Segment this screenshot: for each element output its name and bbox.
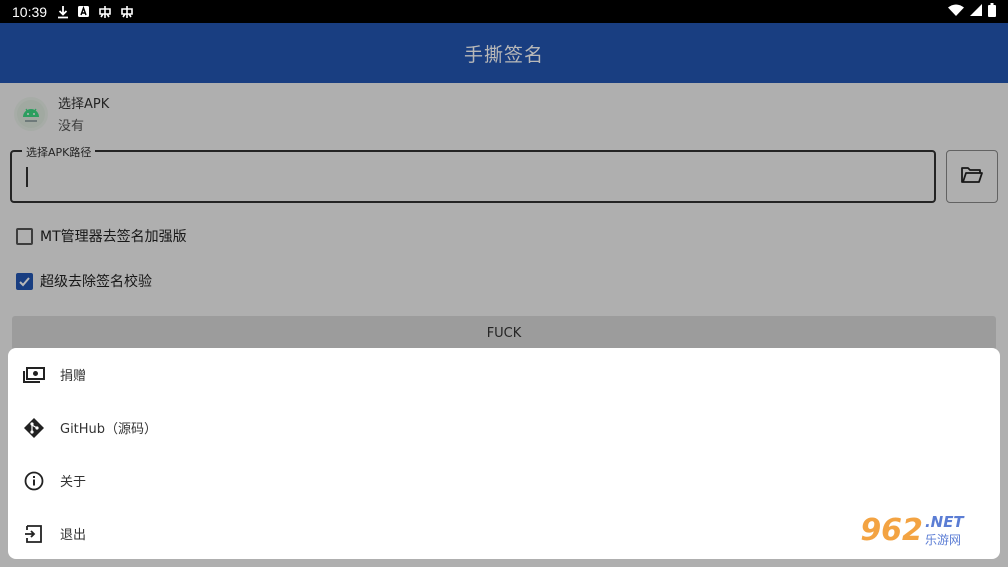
menu-label: GitHub（源码） — [60, 422, 158, 437]
watermark-logo: 962 .NET 乐游网 — [832, 507, 992, 553]
bug-icon — [98, 5, 112, 19]
download-icon — [57, 5, 69, 19]
watermark-suffix: .NET — [924, 512, 964, 531]
status-time: 10:39 — [12, 3, 48, 20]
battery-icon — [988, 2, 996, 21]
watermark-number: 962 — [860, 512, 923, 548]
menu-item-about[interactable]: 关于 — [8, 454, 1000, 507]
menu-item-github[interactable]: GitHub（源码） — [8, 401, 1000, 454]
menu-label: 捐赠 — [60, 369, 87, 384]
menu-label: 退出 — [60, 528, 87, 543]
info-icon — [22, 469, 46, 493]
signal-icon — [970, 3, 982, 20]
wifi-icon — [948, 4, 964, 20]
menu-item-donate[interactable]: 捐赠 — [8, 348, 1000, 401]
git-icon — [22, 416, 46, 440]
exit-icon — [22, 522, 46, 546]
bottom-sheet-menu: 捐赠 GitHub（源码） 关于 退出 962 .NET 乐游网 — [8, 348, 1000, 559]
status-bar: 10:39 — [0, 0, 1008, 23]
bug-icon-2 — [120, 5, 134, 19]
menu-label: 关于 — [60, 475, 87, 490]
money-icon — [22, 363, 46, 387]
app-a-icon — [77, 5, 90, 18]
watermark-cn: 乐游网 — [924, 532, 961, 547]
